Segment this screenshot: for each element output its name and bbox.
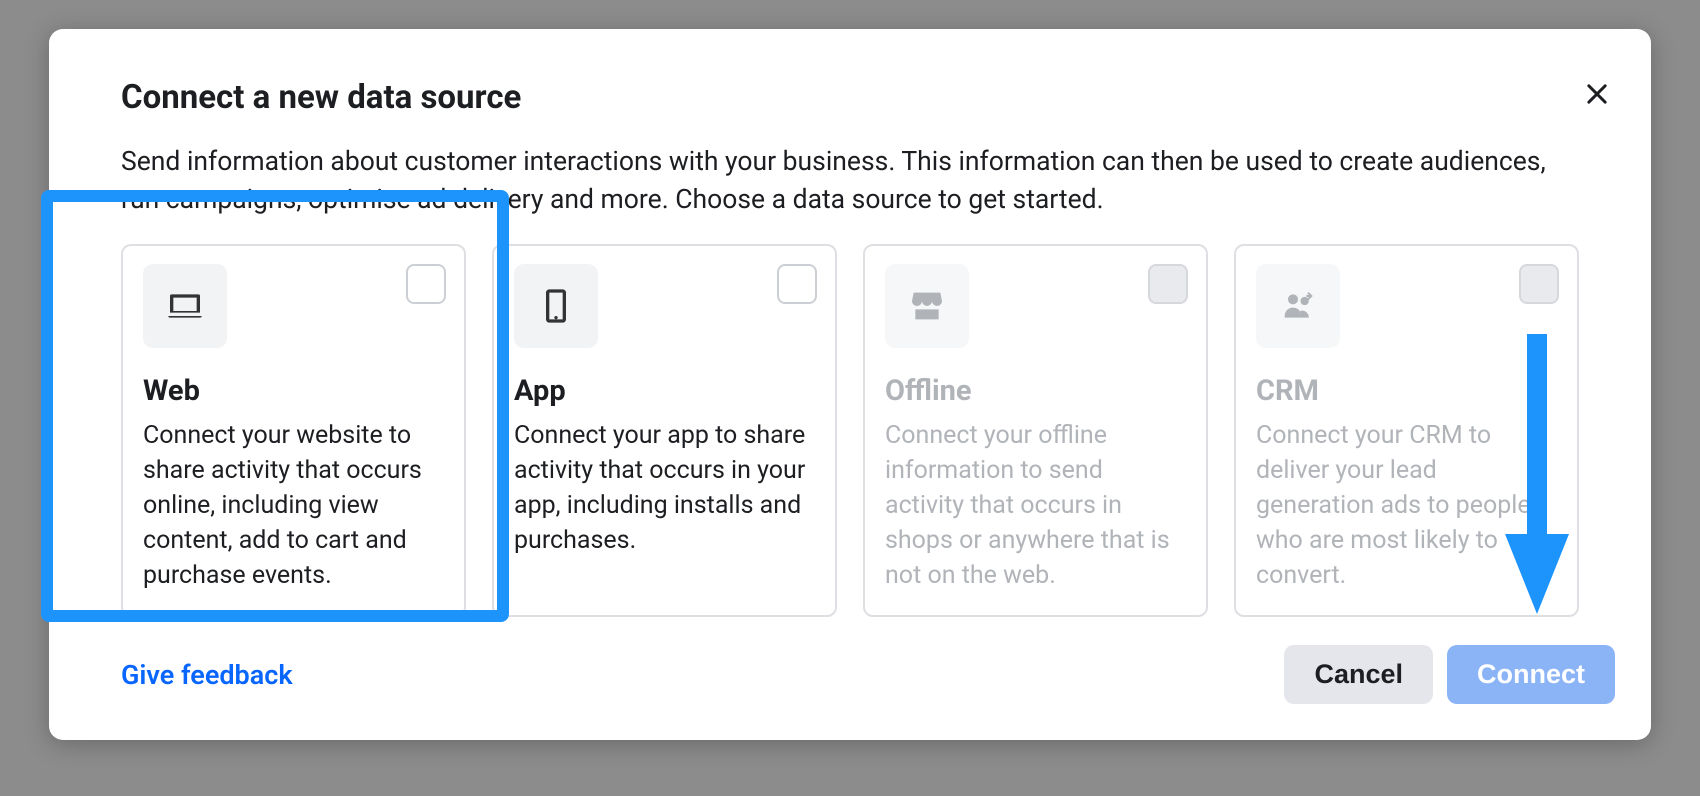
option-description: Connect your CRM to deliver your lead ge… xyxy=(1256,418,1557,593)
option-description: Connect your app to share activity that … xyxy=(514,418,815,558)
option-web[interactable]: Web Connect your website to share activi… xyxy=(121,244,466,617)
option-icon-tile xyxy=(514,264,598,348)
option-description: Connect your offline information to send… xyxy=(885,418,1186,593)
give-feedback-link[interactable]: Give feedback xyxy=(121,659,293,691)
data-source-options: Web Connect your website to share activi… xyxy=(49,244,1651,617)
option-radio[interactable] xyxy=(406,264,446,304)
modal-footer: Give feedback Cancel Connect xyxy=(49,645,1651,740)
cancel-button[interactable]: Cancel xyxy=(1284,645,1433,704)
store-icon xyxy=(907,286,947,326)
option-radio[interactable] xyxy=(777,264,817,304)
option-title: App xyxy=(514,374,815,408)
option-title: Offline xyxy=(885,374,1186,408)
close-icon xyxy=(1583,80,1611,108)
option-icon-tile xyxy=(885,264,969,348)
laptop-icon xyxy=(165,286,205,326)
option-radio xyxy=(1519,264,1559,304)
option-title: CRM xyxy=(1256,374,1557,408)
option-title: Web xyxy=(143,374,444,408)
option-description: Connect your website to share activity t… xyxy=(143,418,444,593)
modal-title: Connect a new data source xyxy=(121,78,1579,117)
people-icon xyxy=(1278,286,1318,326)
option-icon-tile xyxy=(1256,264,1340,348)
connect-data-source-modal: Connect a new data source Send informati… xyxy=(49,29,1651,740)
option-icon-tile xyxy=(143,264,227,348)
option-crm: CRM Connect your CRM to deliver your lea… xyxy=(1234,244,1579,617)
option-app[interactable]: App Connect your app to share activity t… xyxy=(492,244,837,617)
phone-icon xyxy=(536,286,576,326)
modal-header: Connect a new data source Send informati… xyxy=(49,29,1651,244)
close-button[interactable] xyxy=(1583,80,1611,108)
option-radio xyxy=(1148,264,1188,304)
option-offline: Offline Connect your offline information… xyxy=(863,244,1208,617)
connect-button[interactable]: Connect xyxy=(1447,645,1615,704)
modal-description: Send information about customer interact… xyxy=(121,143,1579,218)
